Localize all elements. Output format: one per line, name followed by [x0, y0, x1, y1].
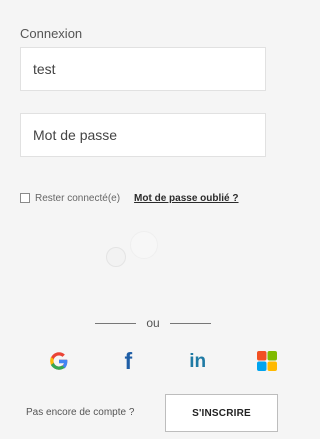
loading-dot [130, 231, 158, 259]
signup-button[interactable]: S'INSCRIRE [165, 394, 278, 432]
remember-checkbox[interactable] [20, 193, 30, 203]
password-field[interactable]: Mot de passe [20, 113, 266, 157]
linkedin-icon: in [189, 350, 207, 372]
divider-line [169, 322, 212, 324]
facebook-icon: f [124, 347, 133, 374]
linkedin-login-button[interactable]: in [187, 350, 209, 372]
remember-row: Rester connecté(e) Mot de passe oublié ? [20, 190, 275, 206]
divider-label: ou [146, 316, 160, 330]
remember-label[interactable]: Rester connecté(e) [35, 193, 120, 204]
google-icon [50, 352, 68, 370]
username-field[interactable]: test [20, 47, 266, 91]
signup-section: Pas encore de compte ? S'INSCRIRE [26, 394, 281, 434]
or-divider: ou [95, 315, 212, 331]
login-panel: Connexion test Mot de passe Rester conne… [8, 6, 281, 433]
password-placeholder: Mot de passe [33, 127, 118, 143]
social-login-row: f in [48, 349, 278, 373]
form-title: Connexion [20, 26, 83, 41]
loading-dot [106, 247, 126, 267]
username-value: test [33, 61, 56, 77]
no-account-text: Pas encore de compte ? [26, 407, 135, 418]
google-login-button[interactable] [48, 350, 70, 372]
microsoft-icon [256, 351, 277, 371]
divider-line [95, 322, 137, 324]
loading-indicator [106, 231, 166, 271]
facebook-login-button[interactable]: f [117, 347, 139, 374]
microsoft-login-button[interactable] [256, 350, 278, 372]
forgot-password-link[interactable]: Mot de passe oublié ? [134, 193, 238, 204]
